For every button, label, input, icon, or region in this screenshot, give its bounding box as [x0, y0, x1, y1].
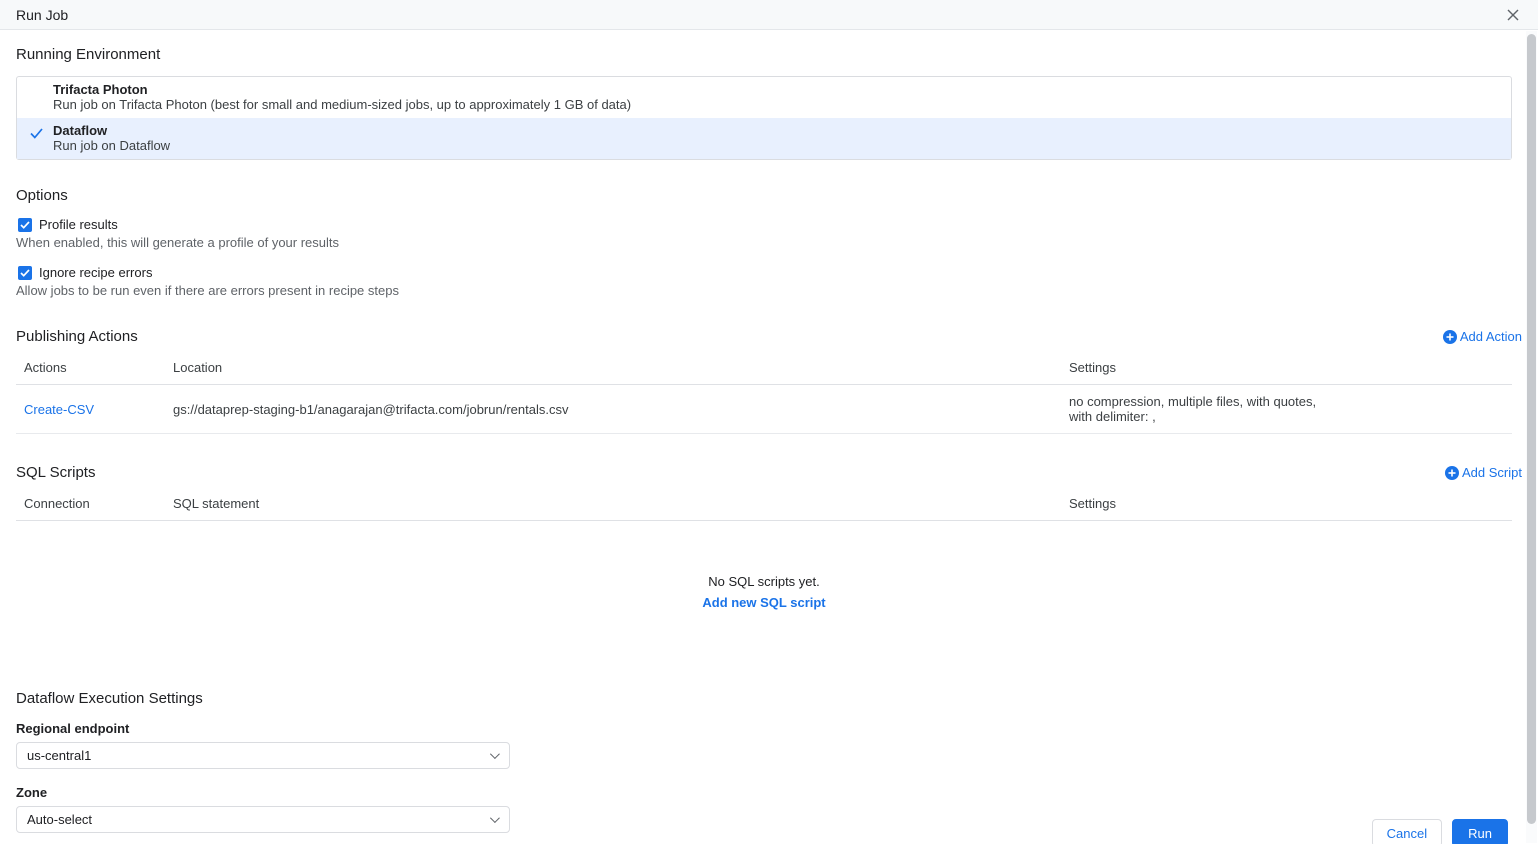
create-csv-link[interactable]: Create-CSV: [24, 402, 94, 417]
publishing-actions-table: Actions Location Settings Create-CSV gs:…: [16, 356, 1512, 434]
env-option-title: Dataflow: [53, 123, 1499, 138]
add-script-button[interactable]: Add Script: [1445, 465, 1522, 480]
chevron-down-icon: [490, 813, 500, 823]
plus-circle-icon: [1445, 466, 1459, 480]
dataflow-settings-heading: Dataflow Execution Settings: [16, 690, 1522, 707]
env-option-trifacta-photon[interactable]: Trifacta Photon Run job on Trifacta Phot…: [17, 77, 1511, 118]
cancel-button[interactable]: Cancel: [1372, 819, 1442, 844]
close-icon[interactable]: [1504, 6, 1522, 24]
checkbox-checked-icon[interactable]: [18, 218, 32, 232]
settings-cell: no compression, multiple files, with quo…: [1061, 385, 1512, 434]
action-cell: Create-CSV: [16, 385, 165, 434]
env-option-title: Trifacta Photon: [53, 82, 1499, 97]
plus-circle-icon: [1443, 330, 1457, 344]
env-option-description: Run job on Trifacta Photon (best for sma…: [53, 97, 1499, 112]
checkbox-label: Profile results: [39, 217, 118, 232]
column-header-actions: Actions: [16, 356, 165, 385]
column-header-settings: Settings: [1061, 492, 1512, 521]
running-environment-heading: Running Environment: [16, 46, 1522, 63]
column-header-sql-statement: SQL statement: [165, 492, 1061, 521]
run-button[interactable]: Run: [1452, 819, 1508, 844]
checkbox-description: When enabled, this will generate a profi…: [16, 235, 1522, 250]
sql-scripts-empty-state: No SQL scripts yet. Add new SQL script: [16, 574, 1512, 612]
dialog-title: Run Job: [16, 7, 68, 23]
footer-actions: Cancel Run: [1372, 819, 1508, 844]
publishing-actions-heading: Publishing Actions: [16, 328, 138, 345]
location-cell: gs://dataprep-staging-b1/anagarajan@trif…: [165, 385, 1061, 434]
add-action-label: Add Action: [1460, 329, 1522, 344]
add-action-button[interactable]: Add Action: [1443, 329, 1522, 344]
options-heading: Options: [16, 187, 1522, 204]
regional-endpoint-label: Regional endpoint: [16, 721, 1522, 736]
profile-results-checkbox-row[interactable]: Profile results: [16, 217, 1522, 232]
dialog-header: Run Job: [0, 0, 1538, 30]
settings-text: no compression, multiple files, with quo…: [1069, 394, 1319, 424]
empty-state-text: No SQL scripts yet.: [16, 574, 1512, 589]
regional-endpoint-value: us-central1: [27, 748, 91, 763]
sql-scripts-heading: SQL Scripts: [16, 464, 95, 481]
env-option-dataflow[interactable]: Dataflow Run job on Dataflow: [17, 118, 1511, 159]
table-row: Create-CSV gs://dataprep-staging-b1/anag…: [16, 385, 1512, 434]
chevron-down-icon: [490, 749, 500, 759]
zone-value: Auto-select: [27, 812, 92, 827]
scrollbar-track[interactable]: [1526, 31, 1537, 843]
ignore-recipe-errors-checkbox-row[interactable]: Ignore recipe errors: [16, 265, 1522, 280]
checkbox-checked-icon[interactable]: [18, 266, 32, 280]
column-header-connection: Connection: [16, 492, 165, 521]
dialog-body: Running Environment Trifacta Photon Run …: [0, 46, 1538, 844]
regional-endpoint-select[interactable]: us-central1: [16, 742, 510, 769]
add-new-sql-script-link[interactable]: Add new SQL script: [702, 595, 825, 610]
zone-select[interactable]: Auto-select: [16, 806, 510, 833]
scrollbar-thumb[interactable]: [1527, 34, 1536, 824]
checkbox-description: Allow jobs to be run even if there are e…: [16, 283, 1522, 298]
column-header-location: Location: [165, 356, 1061, 385]
env-option-description: Run job on Dataflow: [53, 138, 1499, 153]
zone-label: Zone: [16, 785, 1522, 800]
checkbox-label: Ignore recipe errors: [39, 265, 152, 280]
sql-scripts-table: Connection SQL statement Settings: [16, 492, 1512, 521]
environment-selector: Trifacta Photon Run job on Trifacta Phot…: [16, 76, 1512, 160]
add-script-label: Add Script: [1462, 465, 1522, 480]
column-header-settings: Settings: [1061, 356, 1512, 385]
check-icon: [30, 126, 44, 138]
